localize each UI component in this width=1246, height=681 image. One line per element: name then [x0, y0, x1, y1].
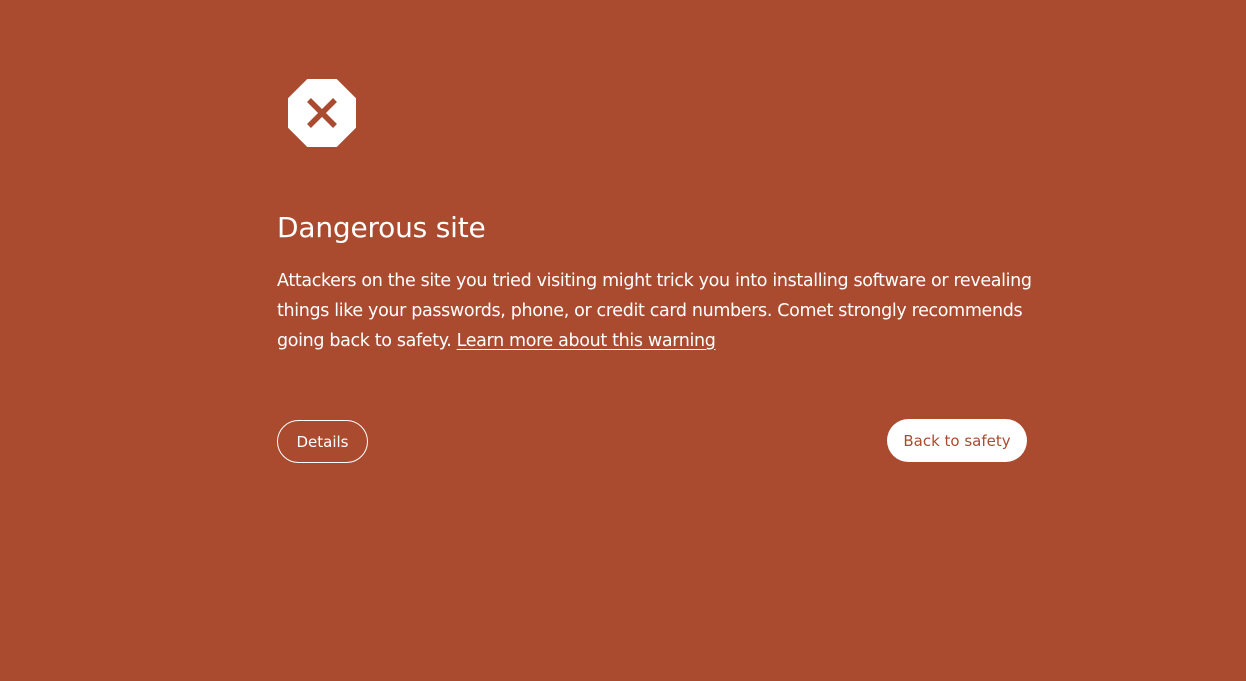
warning-content: Dangerous site Attackers on the site you… — [277, 207, 1037, 356]
interstitial-page: Dangerous site Attackers on the site you… — [0, 0, 1246, 681]
warning-message: Attackers on the site you tried visiting… — [277, 266, 1037, 356]
learn-more-link[interactable]: Learn more about this warning — [457, 331, 716, 351]
back-to-safety-button[interactable]: Back to safety — [887, 419, 1027, 462]
details-button[interactable]: Details — [277, 420, 368, 463]
page-title: Dangerous site — [277, 211, 486, 244]
stop-sign-error-icon — [288, 79, 356, 147]
